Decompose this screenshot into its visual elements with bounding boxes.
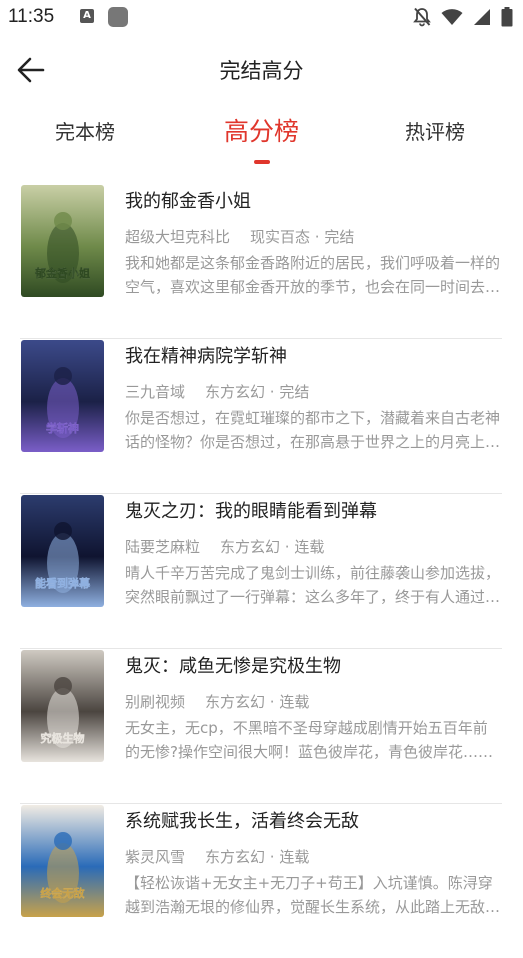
signal-icon <box>474 9 490 25</box>
book-genre-status: 现实百态 · 完结 <box>250 228 355 246</box>
cover-figure-head <box>54 367 72 385</box>
tab-high-score[interactable]: 高分榜 <box>224 112 299 148</box>
book-description: 你是否想过，在霓虹璀璨的都市之下，潜藏着来自古老神话的怪物？你是否想过，在那高悬… <box>125 409 501 451</box>
status-icons <box>413 7 513 27</box>
book-description: 【轻松诙谐+无女主+无刀子+苟王】入坑谨慎。陈浔穿越到浩瀚无垠的修仙界，觉醒长生… <box>125 874 501 916</box>
book-title[interactable]: 我的郁金香小姐 <box>125 187 502 213</box>
book-meta: 超级大坦克科比 现实百态 · 完结 <box>125 226 502 247</box>
page-title: 完结高分 <box>219 59 304 83</box>
tab-completed[interactable]: 完本榜 <box>55 116 115 145</box>
notification-a-icon: A <box>80 9 94 23</box>
cover-figure-head <box>54 212 72 230</box>
cover-title-text: 能看到弹幕 <box>35 576 91 590</box>
book-description: 无女主，无cp，不黑暗不圣母穿越成剧情开始五百年前的无惨?操作空间很大啊！蓝色彼… <box>125 719 493 761</box>
book-description: 我和她都是这条郁金香路附近的居民，我们呼吸着一样的空气，喜欢这里郁金香开放的季节… <box>125 254 501 296</box>
book-cover[interactable]: 学斩神 <box>21 340 104 452</box>
book-meta: 三九音域 东方玄幻 · 完结 <box>125 381 502 402</box>
book-title[interactable]: 我在精神病院学斩神 <box>125 342 502 368</box>
cover-figure-head <box>54 832 72 850</box>
book-title[interactable]: 鬼灭：咸鱼无惨是究极生物 <box>125 652 502 678</box>
book-genre-status: 东方玄幻 · 连载 <box>220 538 325 556</box>
book-item[interactable]: 能看到弹幕 鬼灭之刃：我的眼睛能看到弹幕 陆要芝麻粒 东方玄幻 · 连载 晴人千辛… <box>20 494 502 649</box>
book-author: 超级大坦克科比 <box>125 228 231 246</box>
cover-figure-head <box>54 677 72 695</box>
book-meta: 紫灵风雪 东方玄幻 · 连载 <box>125 846 502 867</box>
book-meta: 别刷视频 东方玄幻 · 连载 <box>125 691 502 712</box>
book-title[interactable]: 鬼灭之刃：我的眼睛能看到弹幕 <box>125 497 502 523</box>
book-description: 晴人千辛万苦完成了鬼剑士训练，前往藤袭山参加选拔，突然眼前飘过了一行弹幕：这么多… <box>125 564 501 606</box>
book-item[interactable]: 终会无敌 系统赋我长生，活着终会无敌 紫灵风雪 东方玄幻 · 连载 【轻松诙谐+无… <box>20 804 502 958</box>
status-time: 11:35 <box>8 6 55 27</box>
top-app-bar: 完结高分 <box>0 40 523 98</box>
book-item[interactable]: 究极生物 鬼灭：咸鱼无惨是究极生物 别刷视频 东方玄幻 · 连载 无女主，无cp，… <box>20 649 502 804</box>
cover-title-text: 郁金香小姐 <box>34 266 90 280</box>
cover-figure-head <box>54 522 72 540</box>
book-cover[interactable]: 能看到弹幕 <box>21 495 104 607</box>
book-cover[interactable]: 郁金香小姐 <box>21 185 104 297</box>
book-cover[interactable]: 究极生物 <box>21 650 104 762</box>
book-author: 紫灵风雪 <box>125 848 186 866</box>
book-author: 别刷视频 <box>125 693 186 711</box>
book-item[interactable]: 学斩神 我在精神病院学斩神 三九音域 东方玄幻 · 完结 你是否想过，在霓虹璀璨的… <box>20 339 502 494</box>
tab-hot-review[interactable]: 热评榜 <box>405 116 465 145</box>
cover-title-text: 究极生物 <box>41 731 85 745</box>
book-cover[interactable]: 终会无敌 <box>21 805 104 917</box>
notification-app-icon <box>108 7 128 27</box>
cover-title-text: 终会无敌 <box>41 886 85 900</box>
tab-bar: 完本榜 高分榜 热评榜 <box>0 108 523 172</box>
book-meta: 陆要芝麻粒 东方玄幻 · 连载 <box>125 536 502 557</box>
book-author: 陆要芝麻粒 <box>125 538 201 556</box>
book-genre-status: 东方玄幻 · 连载 <box>205 693 310 711</box>
bell-off-icon <box>413 7 431 27</box>
book-genre-status: 东方玄幻 · 完结 <box>205 383 310 401</box>
book-list: 郁金香小姐 我的郁金香小姐 超级大坦克科比 现实百态 · 完结 我和她都是这条郁金… <box>20 184 502 958</box>
book-item[interactable]: 郁金香小姐 我的郁金香小姐 超级大坦克科比 现实百态 · 完结 我和她都是这条郁金… <box>20 184 502 339</box>
battery-icon <box>501 7 513 27</box>
book-title[interactable]: 系统赋我长生，活着终会无敌 <box>125 807 502 833</box>
cover-title-text: 学斩神 <box>46 421 79 435</box>
book-genre-status: 东方玄幻 · 连载 <box>205 848 310 866</box>
wifi-icon <box>441 9 463 25</box>
status-bar: 11:35 A <box>0 0 523 36</box>
book-author: 三九音域 <box>125 383 186 401</box>
active-tab-indicator <box>254 160 270 164</box>
